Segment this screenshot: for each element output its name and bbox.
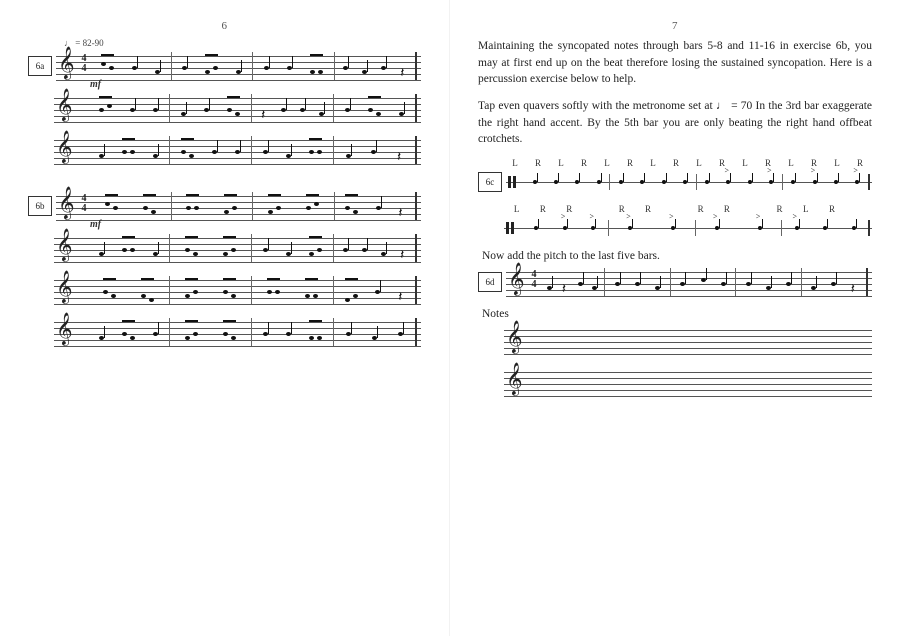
page-left: 6 ♩ = 82-90 6a 𝄞 4 4 mf	[0, 0, 450, 636]
exercise-label-6d: 6d	[478, 272, 502, 292]
treble-clef-icon: 𝄞	[56, 314, 73, 346]
sticking-letter: R	[711, 158, 734, 168]
time-signature: 4 4	[530, 270, 538, 290]
sticking-letter	[583, 204, 609, 214]
treble-clef-icon: 𝄞	[58, 48, 75, 80]
sticking-letter: L	[688, 158, 711, 168]
system-6a-2: 𝄞	[28, 92, 421, 124]
sticking-letter	[846, 204, 872, 214]
sticking-letter: L	[596, 158, 619, 168]
system-6b-2: 𝄞	[28, 232, 421, 264]
treble-clef-icon: 𝄞	[56, 230, 73, 262]
staff: 𝄞	[54, 316, 421, 348]
exercise-label-blank	[28, 239, 50, 257]
paragraph-2: Tap even quavers softly with the metrono…	[478, 98, 872, 148]
system-6b-1: 6b 𝄞 4 4 mf	[28, 190, 421, 222]
sticking-letter: L	[550, 158, 573, 168]
system-6c-1: 6c	[478, 170, 872, 194]
exercise-label-blank	[478, 219, 500, 237]
treble-clef-icon: 𝄞	[58, 188, 75, 220]
sticking-letter: R	[665, 158, 688, 168]
staff: 𝄞 4 4 mf	[56, 50, 421, 82]
timesig-bottom: 4	[80, 204, 88, 214]
subhead-notes: Notes	[482, 308, 872, 320]
sticking-letter: R	[767, 204, 793, 214]
sticking-row-1: L R L R L R L R L R L R L R L R	[504, 158, 872, 168]
sticking-letter: R	[635, 204, 661, 214]
sticking-letter: R	[819, 204, 845, 214]
time-signature: 4 4	[80, 194, 88, 214]
exercise-label-6a: 6a	[28, 56, 52, 76]
sticking-letter: L	[504, 158, 527, 168]
empty-staff-2: 𝄞	[478, 366, 872, 398]
exercise-label-blank	[28, 323, 50, 341]
treble-clef-icon: 𝄞	[56, 272, 73, 304]
sticking-letter: L	[642, 158, 665, 168]
sticking-letter: R	[688, 204, 714, 214]
sticking-letter	[662, 204, 688, 214]
treble-clef-icon: 𝄞	[56, 90, 73, 122]
treble-clef-icon: 𝄞	[506, 364, 523, 396]
system-6c-2	[478, 216, 872, 240]
sticking-row-2: L R R R R R R R L R	[504, 204, 872, 214]
time-signature: 4 4	[80, 54, 88, 74]
system-6d: 6d 𝄞 4 4	[478, 266, 872, 298]
staff: 𝄞	[54, 232, 421, 264]
treble-clef-icon: 𝄞	[508, 264, 525, 296]
staff: 𝄞	[54, 274, 421, 306]
staff: 𝄞 4 4 mf	[56, 190, 421, 222]
empty-staff-1: 𝄞	[478, 324, 872, 356]
paragraph-1: Maintaining the syncopated notes through…	[478, 38, 872, 88]
percussion-staff	[506, 170, 872, 194]
tempo-marking: ♩ = 82-90	[64, 38, 421, 48]
sticking-letter: R	[530, 204, 556, 214]
staff: 𝄞	[54, 134, 421, 166]
timesig-bottom: 4	[530, 280, 538, 290]
sticking-letter: L	[734, 158, 757, 168]
page-right: 7 Maintaining the syncopated notes throu…	[450, 0, 900, 636]
exercise-label-blank	[28, 99, 50, 117]
sticking-letter: R	[527, 158, 550, 168]
staff: 𝄞 4 4	[506, 266, 872, 298]
percussion-clef-icon	[506, 222, 516, 234]
exercise-label-6b: 6b	[28, 196, 52, 216]
page-number-right: 7	[478, 20, 872, 32]
percussion-staff	[504, 216, 872, 240]
page-spread: 6 ♩ = 82-90 6a 𝄞 4 4 mf	[0, 0, 900, 636]
subhead-add-pitch: Now add the pitch to the last five bars.	[482, 250, 872, 262]
percussion-clef-icon	[508, 176, 518, 188]
page-number-left: 6	[28, 20, 421, 32]
sticking-letter: R	[619, 158, 642, 168]
exercise-label-blank	[478, 373, 500, 391]
exercise-label-blank	[478, 331, 500, 349]
system-6b-4: 𝄞	[28, 316, 421, 348]
sticking-letter: R	[609, 204, 635, 214]
exercise-label-blank	[28, 281, 50, 299]
sticking-letter: R	[573, 158, 596, 168]
system-6a-1: 6a 𝄞 4 4 mf	[28, 50, 421, 82]
sticking-letter: L	[780, 158, 803, 168]
treble-clef-icon: 𝄞	[506, 322, 523, 354]
sticking-letter	[741, 204, 767, 214]
system-6a-3: 𝄞	[28, 134, 421, 166]
exercise-label-blank	[28, 141, 50, 159]
sticking-letter: R	[714, 204, 740, 214]
staff: 𝄞	[504, 324, 872, 356]
sticking-letter: L	[504, 204, 530, 214]
staff: 𝄞	[504, 366, 872, 398]
treble-clef-icon: 𝄞	[56, 132, 73, 164]
staff: 𝄞	[54, 92, 421, 124]
timesig-bottom: 4	[80, 64, 88, 74]
system-6b-3: 𝄞	[28, 274, 421, 306]
exercise-label-6c: 6c	[478, 172, 502, 192]
sticking-letter: L	[826, 158, 849, 168]
